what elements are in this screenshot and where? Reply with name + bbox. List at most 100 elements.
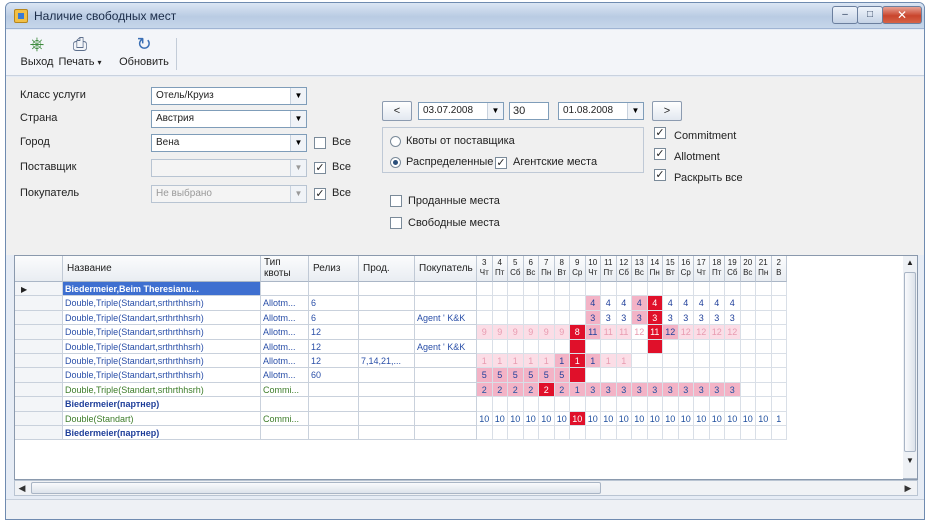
day-cell[interactable] [477,397,493,412]
day-cell[interactable] [694,426,710,441]
title-bar[interactable]: Наличие свободных мест ‒ □ ✕ [6,3,924,29]
row-selector[interactable] [15,339,63,354]
cell-name[interactable]: Biedermeier(партнер) [63,426,261,441]
country-select[interactable]: Австрия ▼ [151,110,307,128]
day-cell[interactable]: 12 [632,325,648,340]
chevron-down-icon[interactable]: ▾ [98,58,102,67]
cell-type[interactable]: Allotm... [261,325,309,340]
expand-all-checkbox[interactable]: ✓ [654,169,666,181]
day-cell[interactable] [477,296,493,311]
day-cell[interactable]: 10 [663,411,679,426]
day-cell[interactable] [508,426,524,441]
day-cell[interactable]: 4 [678,296,694,311]
day-cell[interactable] [663,354,679,369]
print-button[interactable]: ⎙ Печать ▾ [56,32,104,74]
row-selector[interactable] [15,296,63,311]
day-cell[interactable]: 11 [601,325,617,340]
day-cell[interactable]: 9 [477,325,493,340]
day-cell[interactable] [477,339,493,354]
day-cell[interactable]: 2 [539,382,555,398]
day-cell[interactable] [539,339,555,354]
day-cell[interactable]: 1 [616,354,632,369]
cell-prod[interactable] [359,397,415,412]
cell-buyer[interactable] [415,296,477,311]
day-cell[interactable]: 4 [663,296,679,311]
day-cell[interactable]: 5 [477,368,493,383]
day-cell[interactable]: 12 [725,325,741,340]
city-all-checkbox[interactable] [314,137,326,149]
column-header-release[interactable]: Релиз [309,256,359,282]
day-cell[interactable] [756,296,772,311]
day-cell[interactable] [601,282,617,297]
day-cell[interactable] [756,325,772,340]
day-cell[interactable]: 9 [554,325,570,340]
day-cell[interactable] [725,354,741,369]
day-cell[interactable] [523,426,539,441]
day-header[interactable]: 3 Чт [477,256,493,282]
buyer-all-checkbox[interactable]: ✓ [314,188,326,200]
day-cell[interactable]: 3 [601,310,617,326]
day-cell[interactable] [663,339,679,354]
day-cell[interactable] [740,282,756,297]
cell-type[interactable] [261,426,309,441]
day-cell[interactable]: 10 [523,411,539,426]
day-cell[interactable]: 1 [539,354,555,369]
day-cell[interactable]: 3 [616,310,632,326]
day-cell[interactable] [601,426,617,441]
day-cell[interactable]: 2 [477,382,493,398]
day-cell[interactable] [647,397,663,412]
day-header[interactable]: 9 Ср [570,256,586,282]
day-cell[interactable] [756,368,772,383]
cell-release[interactable]: 12 [309,354,359,369]
cell-release[interactable] [309,411,359,426]
prev-period-button[interactable]: < [382,101,412,121]
scroll-down-icon[interactable]: ▼ [903,454,917,468]
day-cell[interactable] [570,339,586,354]
day-cell[interactable] [663,426,679,441]
row-selector[interactable] [15,397,63,412]
cell-release[interactable]: 12 [309,325,359,340]
day-cell[interactable] [740,368,756,383]
row-selector[interactable] [15,426,63,441]
day-cell[interactable]: 10 [725,411,741,426]
cell-name[interactable]: Double(Standart) [63,411,261,426]
day-header[interactable]: 18 Пт [709,256,725,282]
day-cell[interactable] [554,426,570,441]
day-cell[interactable]: 9 [539,325,555,340]
day-header[interactable]: 6 Вс [523,256,539,282]
day-cell[interactable] [539,397,555,412]
day-cell[interactable] [678,339,694,354]
day-cell[interactable]: 12 [709,325,725,340]
row-selector[interactable] [15,368,63,383]
day-cell[interactable] [508,310,524,326]
day-cell[interactable]: 11 [647,325,663,340]
day-cell[interactable] [725,368,741,383]
day-header[interactable]: 16 Ср [678,256,694,282]
cell-name[interactable]: Double,Triple(Standart,srthrthhsrh) [63,368,261,383]
cell-type[interactable]: Commi... [261,411,309,426]
cell-prod[interactable] [359,325,415,340]
day-cell[interactable]: 3 [632,382,648,398]
next-period-button[interactable]: > [652,101,682,121]
day-cell[interactable]: 10 [678,411,694,426]
cell-type[interactable]: Allotm... [261,296,309,311]
cell-name[interactable]: Double,Triple(Standart,srthrthhsrh) [63,325,261,340]
day-cell[interactable]: 10 [647,411,663,426]
day-cell[interactable] [492,426,508,441]
day-cell[interactable]: 4 [725,296,741,311]
day-cell[interactable]: 4 [709,296,725,311]
supplier-select[interactable]: ▼ [151,159,307,177]
day-cell[interactable]: 3 [694,310,710,326]
day-header[interactable]: 21 Пн [756,256,772,282]
cell-buyer[interactable] [415,397,477,412]
day-cell[interactable]: 8 [570,325,586,340]
cell-buyer[interactable] [415,325,477,340]
day-cell[interactable] [492,397,508,412]
day-cell[interactable]: 4 [647,296,663,311]
day-cell[interactable]: 3 [678,382,694,398]
day-cell[interactable] [616,339,632,354]
day-cell[interactable] [523,339,539,354]
day-cell[interactable] [694,354,710,369]
day-cell[interactable] [663,397,679,412]
day-cell[interactable] [678,354,694,369]
